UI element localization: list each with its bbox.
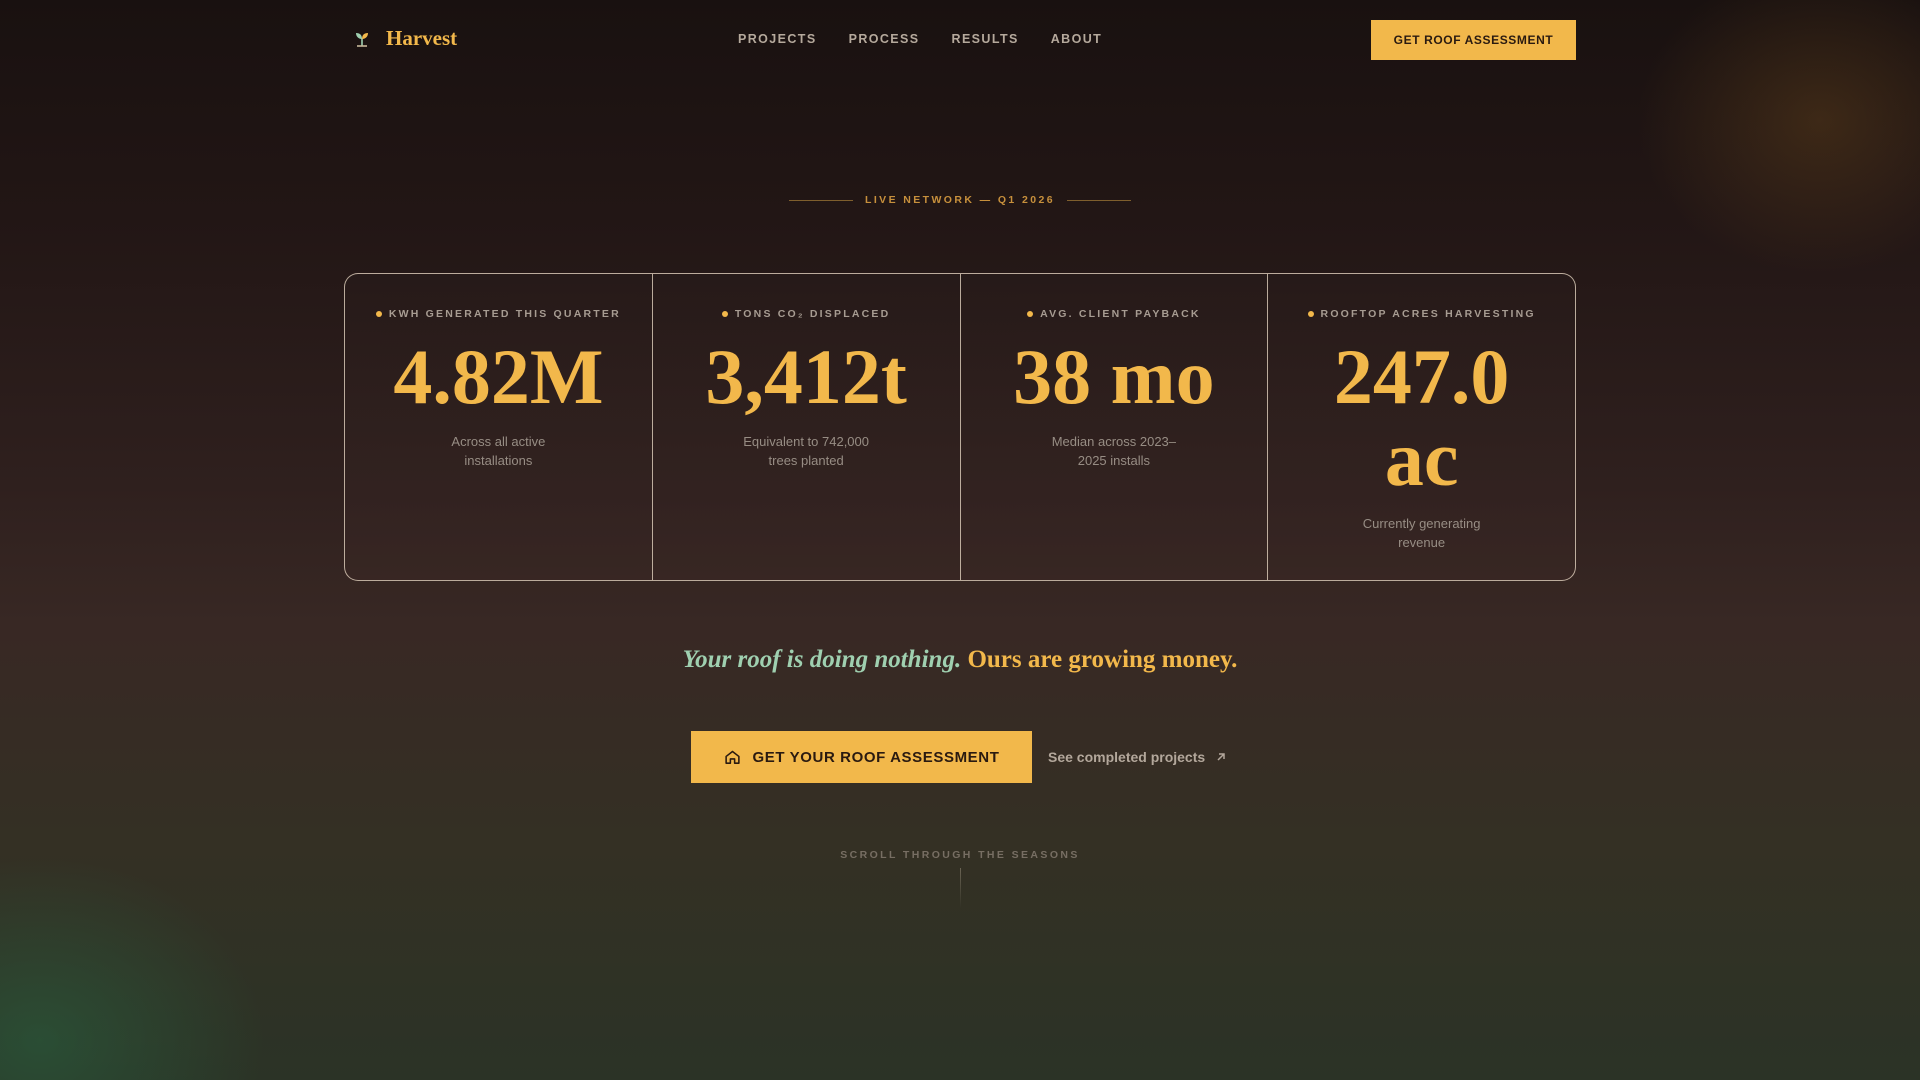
brand-name: Harvest (386, 26, 458, 50)
eyebrow: LIVE NETWORK — Q1 2026 (0, 194, 1920, 206)
get-your-roof-assessment-button[interactable]: GET YOUR ROOF ASSESSMENT (691, 731, 1032, 783)
stat-label: KWH GENERATED THIS QUARTER (375, 308, 621, 320)
eyebrow-divider-right (1066, 199, 1131, 201)
stat-label-text: KWH GENERATED THIS QUARTER (388, 308, 621, 320)
stat-value: 247.0 ac (1333, 333, 1510, 502)
stat-card-kwh: KWH GENERATED THIS QUARTER 4.82M Across … (345, 274, 653, 580)
brand-logo[interactable]: Harvest (352, 26, 457, 51)
nav-link-results[interactable]: RESULTS (952, 32, 1019, 46)
stat-label: ROOFTOP ACRES HARVESTING (1307, 308, 1536, 320)
stat-description: Median across 2023–2025 installs (1051, 434, 1177, 468)
stat-card-acres: ROOFTOP ACRES HARVESTING 247.0 ac Curren… (1268, 274, 1575, 580)
stat-label-text: ROOFTOP ACRES HARVESTING (1320, 308, 1536, 320)
scroll-indicator-line (960, 868, 961, 908)
scroll-hint: SCROLL THROUGH THE SEASONS (840, 849, 1080, 861)
stat-label-text: AVG. CLIENT PAYBACK (1040, 308, 1201, 320)
eyebrow-divider-left (789, 199, 854, 201)
cta-row: GET YOUR ROOF ASSESSMENT See completed p… (691, 731, 1227, 783)
stat-value: 3,412t (705, 333, 907, 420)
stat-value: 38 mo (1013, 333, 1215, 420)
status-dot-icon (375, 311, 382, 317)
stat-label: AVG. CLIENT PAYBACK (1027, 308, 1201, 320)
nav-link-about[interactable]: ABOUT (1051, 32, 1102, 46)
eyebrow-text: LIVE NETWORK — Q1 2026 (865, 194, 1055, 206)
status-dot-icon (721, 311, 728, 317)
get-roof-assessment-button[interactable]: GET ROOF ASSESSMENT (1371, 20, 1576, 60)
stat-card-co2: TONS CO₂ DISPLACED 3,412t Equivalent to … (653, 274, 961, 580)
status-dot-icon (1307, 311, 1314, 317)
home-icon (724, 750, 740, 764)
status-dot-icon (1027, 311, 1034, 317)
nav-link-projects[interactable]: PROJECTS (738, 32, 817, 46)
leaf-sprout-icon (356, 32, 368, 47)
stat-card-payback: AVG. CLIENT PAYBACK 38 mo Median across … (961, 274, 1269, 580)
see-completed-projects-link[interactable]: See completed projects (1048, 749, 1227, 765)
stat-description: Across all active installations (451, 434, 546, 468)
tagline: Your roof is doing nothing. Ours are gro… (0, 646, 1920, 674)
stat-description: Equivalent to 742,000 trees planted (743, 434, 870, 468)
cta-secondary-label: See completed projects (1048, 749, 1206, 765)
stat-label: TONS CO₂ DISPLACED (721, 308, 891, 320)
stats-panel: KWH GENERATED THIS QUARTER 4.82M Across … (344, 273, 1576, 581)
tagline-italic: Your roof is doing nothing. (682, 646, 962, 673)
stat-value: 4.82M (393, 333, 604, 420)
nav-links: PROJECTS PROCESS RESULTS ABOUT (738, 32, 1102, 46)
stat-description: Currently generating revenue (1362, 516, 1481, 550)
tagline-bold: Ours are growing money. (967, 646, 1238, 673)
stat-label-text: TONS CO₂ DISPLACED (734, 308, 891, 320)
cta-primary-label: GET YOUR ROOF ASSESSMENT (752, 748, 1000, 766)
top-nav: Harvest PROJECTS PROCESS RESULTS ABOUT G… (0, 0, 1920, 80)
nav-link-process[interactable]: PROCESS (849, 32, 920, 46)
arrow-up-right-icon (1217, 753, 1225, 761)
